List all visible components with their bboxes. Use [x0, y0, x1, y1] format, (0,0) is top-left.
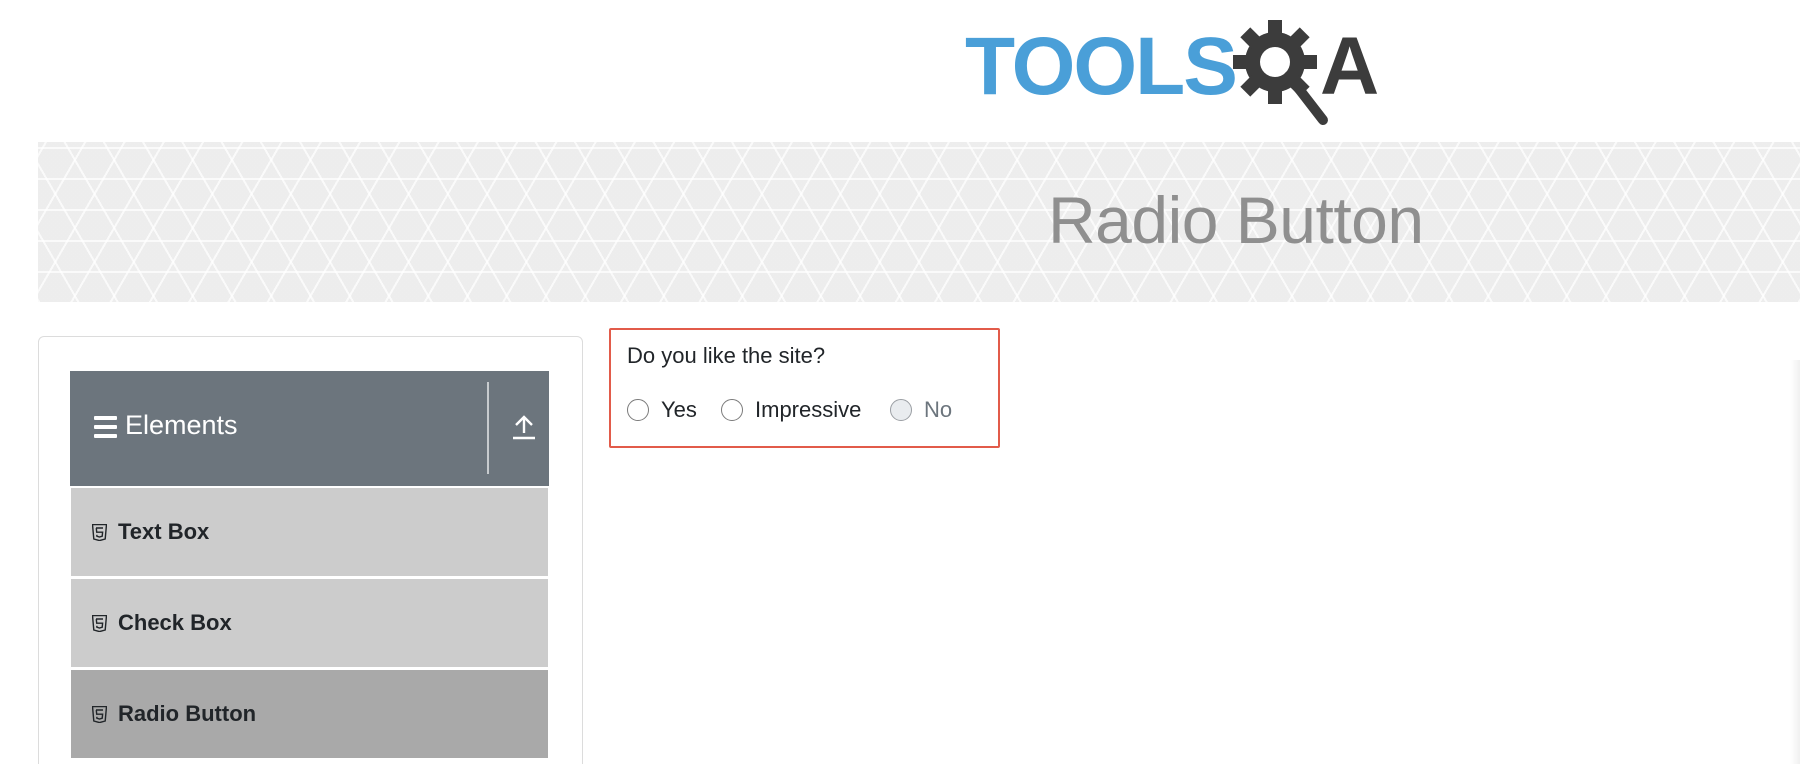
- page: TOOLS A Radio Button Elements Text Box C…: [0, 0, 1800, 764]
- sidebar-item-check-box[interactable]: Check Box: [71, 579, 548, 667]
- radio-question-box: Do you like the site? Yes Impressive No: [609, 328, 1000, 448]
- header-divider: [487, 382, 489, 474]
- radio-question-label: Do you like the site?: [627, 343, 826, 368]
- arrow-up-icon[interactable]: [511, 413, 537, 441]
- sidebar-item-label: Radio Button: [118, 701, 257, 726]
- gear-magnifier-icon: [1233, 20, 1328, 125]
- sidebar-group-elements[interactable]: Elements: [70, 371, 549, 486]
- html5-icon: [92, 706, 107, 723]
- logo-text-a: A: [1320, 21, 1379, 112]
- logo-text-tools: TOOLS: [965, 21, 1236, 112]
- html5-icon: [92, 615, 107, 632]
- hamburger-icon: [94, 416, 117, 438]
- toolsqa-logo[interactable]: TOOLS A: [965, 20, 1427, 128]
- radio-no: [890, 399, 912, 421]
- radio-label-impressive[interactable]: Impressive: [755, 397, 861, 423]
- sidebar-group-title: Elements: [125, 410, 238, 440]
- page-title: Radio Button: [1048, 183, 1424, 257]
- sidebar-item-radio-button[interactable]: Radio Button: [71, 670, 548, 758]
- radio-impressive[interactable]: [721, 399, 743, 421]
- radio-option-yes[interactable]: Yes: [627, 396, 697, 424]
- sidebar-item-text-box[interactable]: Text Box: [71, 488, 548, 576]
- page-banner: Radio Button: [38, 142, 1800, 302]
- sidebar-item-label: Check Box: [118, 610, 232, 635]
- html5-icon: [92, 524, 107, 541]
- radio-label-no: No: [924, 397, 953, 422]
- radio-option-impressive[interactable]: Impressive: [721, 396, 861, 424]
- sidebar-item-label: Text Box: [118, 519, 210, 544]
- radio-label-yes[interactable]: Yes: [661, 397, 697, 423]
- scroll-edge-shadow: [1790, 360, 1800, 764]
- radio-option-no: No: [890, 396, 952, 424]
- radio-yes[interactable]: [627, 399, 649, 421]
